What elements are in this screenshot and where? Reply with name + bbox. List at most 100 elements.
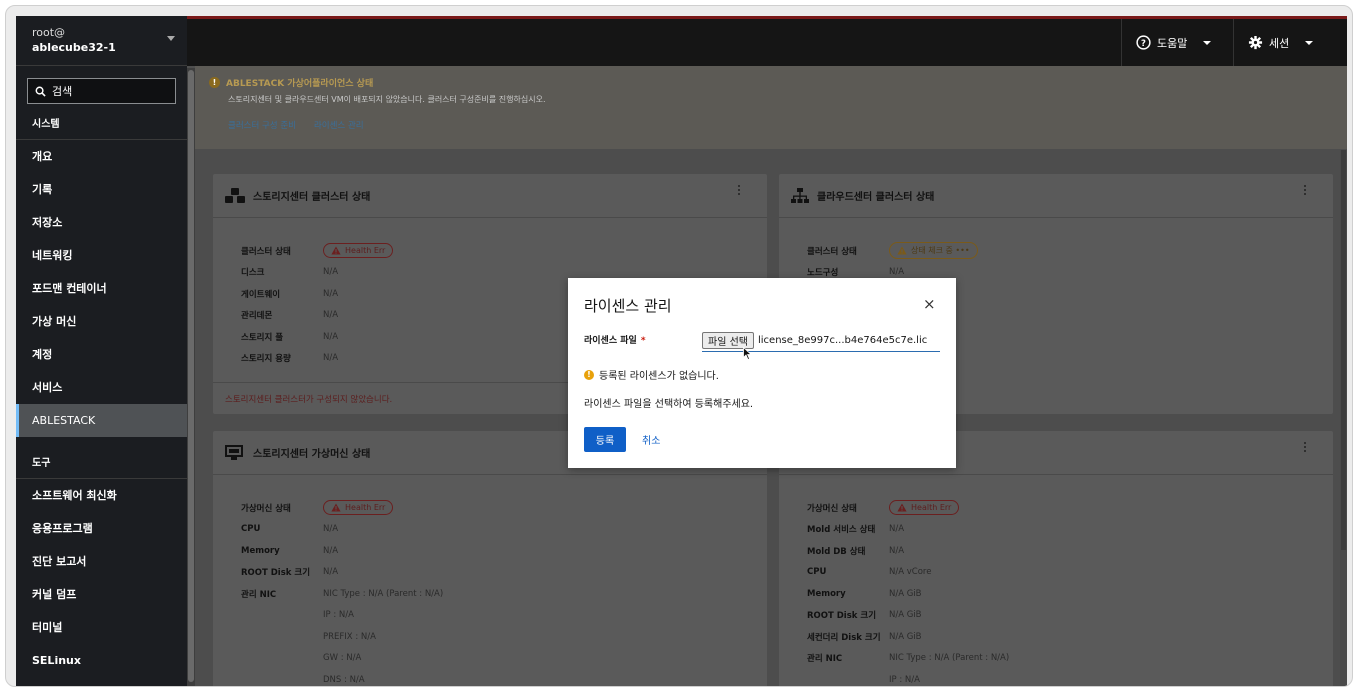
sidebar-item[interactable]: 가상 머신 (16, 305, 187, 338)
help-menu-button[interactable]: ? 도움말 (1121, 19, 1225, 66)
sidebar-item[interactable]: 서비스 (16, 371, 187, 404)
gear-icon (1248, 35, 1263, 50)
row-value: N/A (889, 267, 905, 278)
search-input[interactable]: 검색 (27, 78, 176, 104)
status-badge: 상태 체크 중 ••• (889, 242, 978, 260)
chevron-down-icon (167, 36, 175, 41)
info-row: PREFIX : N/A (241, 626, 767, 648)
close-icon[interactable]: × (923, 297, 936, 312)
sidebar-item[interactable]: 포드맨 컨테이너 (16, 272, 187, 305)
register-button[interactable]: 등록 (584, 427, 626, 452)
row-value: N/A (323, 288, 339, 299)
info-row: 관리 NIC NIC Type : N/A (Parent : N/A) (807, 648, 1333, 670)
status-alert: ! ABLESTACK 가상어플라이언스 상태 스토리지센터 및 클라우드센터 … (195, 66, 1347, 149)
sidebar-item[interactable]: 소프트웨어 최신화 (16, 479, 187, 512)
info-row: CPU N/A (241, 519, 767, 541)
caret-down-icon (1203, 40, 1212, 45)
sitemap-icon (791, 187, 809, 203)
row-label: ROOT Disk 크기 (807, 611, 877, 622)
row-label: Memory (241, 545, 280, 556)
top-bar: ? 도움말 세션 (187, 16, 1347, 66)
row-label: CPU (807, 567, 827, 578)
row-label: 스토리지 풀 (241, 332, 284, 343)
modal-title: 라이센스 관리 (584, 297, 672, 315)
session-menu-button[interactable]: 세션 (1233, 19, 1327, 66)
warning-triangle-icon (331, 246, 341, 255)
sidebar-item[interactable]: 저장소 (16, 206, 187, 239)
alert-title: ABLESTACK 가상어플라이언스 상태 (226, 79, 374, 89)
info-row: ROOT Disk 크기 N/A (241, 562, 767, 584)
nav-group-tools: 도구 (16, 449, 187, 479)
sidebar-item[interactable]: 진단 보고서 (16, 545, 187, 578)
warning-triangle-icon (897, 503, 907, 512)
row-value: N/A (323, 524, 339, 535)
info-row: 관리 NIC NIC Type : N/A (Parent : N/A) (241, 583, 767, 605)
row-label: CPU (241, 524, 261, 535)
row-value: N/A (323, 310, 339, 321)
license-hint: 라이센스 파일을 선택하여 등록해주세요. (584, 399, 754, 410)
status-badge-text: Health Err (345, 503, 386, 513)
row-label: 가상머신 상태 (807, 503, 857, 514)
file-select-button[interactable]: 파일 선택 (702, 331, 754, 349)
sidebar-item[interactable]: ABLESTACK (16, 404, 187, 437)
row-value: N/A (323, 353, 339, 364)
row-label: 스토리지 용량 (241, 354, 291, 365)
info-row: ROOT Disk 크기 N/A GiB (807, 605, 1333, 627)
license-file-label: 라이센스 파일 * (584, 333, 646, 346)
row-value: N/A vCore (889, 567, 932, 578)
host-name: ablecube32-1 (32, 41, 116, 54)
sidebar-item[interactable]: SELinux (16, 644, 187, 677)
alert-description: 스토리지센터 및 클라우드센터 VM이 배포되지 않았습니다. 클러스터 구성준… (228, 95, 546, 104)
row-value: NIC Type : N/A (Parent : N/A) (889, 653, 1010, 664)
license-manage-link[interactable]: 라이센스 관리 (314, 119, 364, 131)
mouse-cursor-icon (743, 347, 752, 360)
row-label: 디스크 (241, 268, 265, 279)
sidebar-item[interactable]: 터미널 (16, 611, 187, 644)
help-label: 도움말 (1157, 36, 1188, 50)
cluster-prepare-link[interactable]: 클러스터 구성 준비 (228, 119, 296, 131)
license-file-label-text: 라이센스 파일 (584, 336, 637, 346)
row-value: IP : N/A (323, 610, 354, 621)
sidebar-item[interactable]: 기록 (16, 173, 187, 206)
cloud-vm-card: 가상머신 상태 Health Err Mold 서비스 상태 N/A Mold DB 상… (779, 431, 1333, 686)
sidebar-item[interactable]: 네트워킹 (16, 239, 187, 272)
license-file-input[interactable]: 파일 선택 license_8e997c...b4e764e5c7e.lic (702, 329, 940, 352)
row-label: 클러스터 상태 (241, 246, 291, 257)
cancel-button[interactable]: 취소 (642, 432, 660, 447)
info-icon: ! (584, 369, 594, 380)
info-row: Mold DB 상태 N/A (807, 540, 1333, 562)
kebab-menu-icon[interactable] (738, 185, 741, 195)
status-badge-text: 상태 체크 중 ••• (911, 246, 970, 256)
status-badge: Health Err (323, 243, 394, 259)
host-switcher[interactable]: root@ ablecube32-1 (16, 16, 187, 66)
kebab-menu-icon[interactable] (1304, 185, 1307, 195)
row-value: N/A (889, 524, 905, 535)
info-row: IP : N/A (807, 669, 1333, 686)
host-user: root@ (32, 26, 66, 39)
row-label: 클러스터 상태 (807, 246, 857, 257)
main-scrollbar-thumb[interactable] (1341, 150, 1346, 550)
sidebar-scrollbar-thumb[interactable] (188, 70, 194, 682)
info-row: IP : N/A (241, 605, 767, 627)
main-scrollbar[interactable] (1340, 150, 1347, 686)
svg-text:?: ? (1141, 38, 1146, 48)
row-label: 관리 NIC (807, 654, 843, 665)
info-row: 가상머신 상태 Health Err (241, 497, 767, 519)
caret-down-icon (1305, 40, 1314, 45)
sidebar-item[interactable]: 계정 (16, 338, 187, 371)
row-value: N/A GiB (889, 610, 922, 621)
row-label: Mold DB 상태 (807, 546, 866, 557)
card-title: 스토리지센터 가상머신 상태 (253, 449, 371, 460)
sidebar-item[interactable]: 응용프로그램 (16, 512, 187, 545)
storage-vm-card: 스토리지센터 가상머신 상태 가상머신 상태 Health Err CPU N/A Me… (213, 431, 767, 686)
cubes-icon (225, 187, 245, 203)
row-label: 관리 NIC (241, 589, 277, 600)
row-value: NIC Type : N/A (Parent : N/A) (323, 588, 444, 599)
status-badge-text: Health Err (345, 246, 386, 256)
kebab-menu-icon[interactable] (1304, 442, 1307, 452)
sidebar-scrollbar[interactable] (187, 68, 195, 686)
status-badge: Health Err (889, 500, 960, 516)
sidebar-item[interactable]: 개요 (16, 140, 187, 173)
info-row: CPU N/A vCore (807, 562, 1333, 584)
sidebar-item[interactable]: 커널 덤프 (16, 578, 187, 611)
